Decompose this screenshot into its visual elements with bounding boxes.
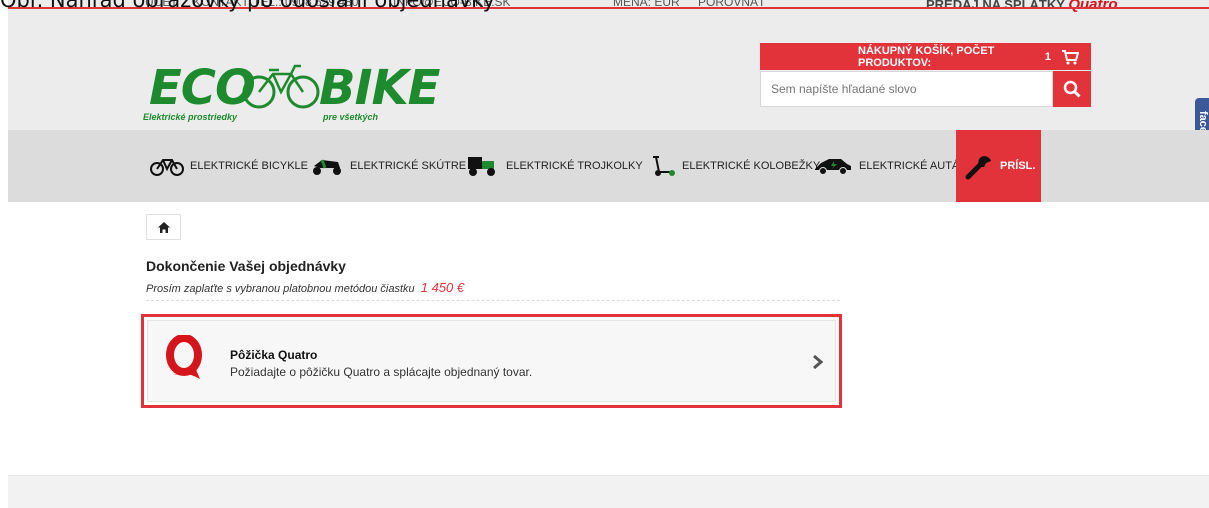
logo-tagline-right: pre všetkých <box>323 112 379 122</box>
nav-item-label: ELEKTRICKÉ AUTÁ <box>859 160 960 172</box>
footer-strip <box>8 475 1209 508</box>
nav-item-cars[interactable]: ELEKTRICKÉ AUTÁ <box>813 130 959 202</box>
nav-item-kick-scooters[interactable]: ELEKTRICKÉ KOLOBEŽKY <box>650 130 820 202</box>
nav-item-label: ELEKTRICKÉ SKÚTRE <box>350 160 467 172</box>
logo-tagline-left: Elektrické prostriedky <box>143 112 238 122</box>
search-icon <box>1063 80 1081 98</box>
figure-caption: Obr. Náhľad obrazovky po odoslaní objedn… <box>0 0 496 12</box>
scooter-icon <box>310 156 344 176</box>
quatro-logo-icon <box>166 335 202 379</box>
nav-item-tricycles[interactable]: ELEKTRICKÉ TROJKOLKY <box>466 130 643 202</box>
chevron-right-icon <box>813 354 824 370</box>
home-icon <box>157 221 170 233</box>
payment-instructions: Prosím zaplaťte s vybranou platobnou met… <box>146 280 464 295</box>
nav-item-accessories[interactable]: PRÍSL. <box>956 130 1041 202</box>
wrench-icon <box>964 151 994 181</box>
car-icon <box>813 156 853 176</box>
nav-item-label: ELEKTRICKÉ KOLOBEŽKY <box>682 160 821 172</box>
nav-item-bicycles[interactable]: ELEKTRICKÉ BICYKLE <box>150 130 308 202</box>
bicycle-icon <box>150 156 184 176</box>
cart-label: NÁKUPNÝ KOŠÍK, POČET PRODUKTOV: <box>858 44 995 69</box>
nav-item-label: ELEKTRICKÉ TROJKOLKY <box>506 160 643 172</box>
search-input[interactable] <box>760 71 1053 107</box>
logo-word-bike: BIKE <box>319 60 440 116</box>
promo-text: PREDAJ NA SPLÁTKY <box>926 0 1065 12</box>
bicycle-logo-icon <box>242 64 320 109</box>
payment-method-body: Pôžička Quatro Požiadajte o pôžičku Quat… <box>147 320 836 402</box>
main-navigation: ELEKTRICKÉ BICYKLE ELEKTRICKÉ SKÚTRE ELE… <box>8 130 1209 202</box>
order-amount: 1 450 € <box>420 280 465 295</box>
page-title: Dokončenie Vašej objednávky <box>146 258 346 274</box>
payment-method-description: Požiadajte o pôžičku Quatro a splácajte … <box>230 365 533 379</box>
search-button[interactable] <box>1053 71 1091 107</box>
kick-scooter-icon <box>650 155 676 177</box>
section-divider <box>146 300 840 301</box>
payment-instructions-text: Prosím zaplaťte s vybranou platobnou met… <box>146 283 415 295</box>
tricycle-icon <box>466 155 500 177</box>
nav-item-label: PRÍSL. <box>1000 160 1036 172</box>
cart-summary[interactable]: NÁKUPNÝ KOŠÍK, POČET PRODUKTOV: 1 <box>760 43 1091 70</box>
nav-item-label: ELEKTRICKÉ BICYKLE <box>190 160 308 172</box>
payment-method-quatro[interactable]: Pôžička Quatro Požiadajte o pôžičku Quat… <box>141 314 842 408</box>
cart-icon <box>1062 49 1079 64</box>
site-logo[interactable]: ECO BIKE Elektrické prostriedky pre všet… <box>143 60 440 130</box>
breadcrumb-home[interactable] <box>146 214 181 240</box>
payment-method-name: Pôžička Quatro <box>230 348 318 362</box>
nav-item-scooters[interactable]: ELEKTRICKÉ SKÚTRE <box>310 130 466 202</box>
cart-count: 1 <box>1044 50 1051 63</box>
search-bar <box>760 71 1091 107</box>
